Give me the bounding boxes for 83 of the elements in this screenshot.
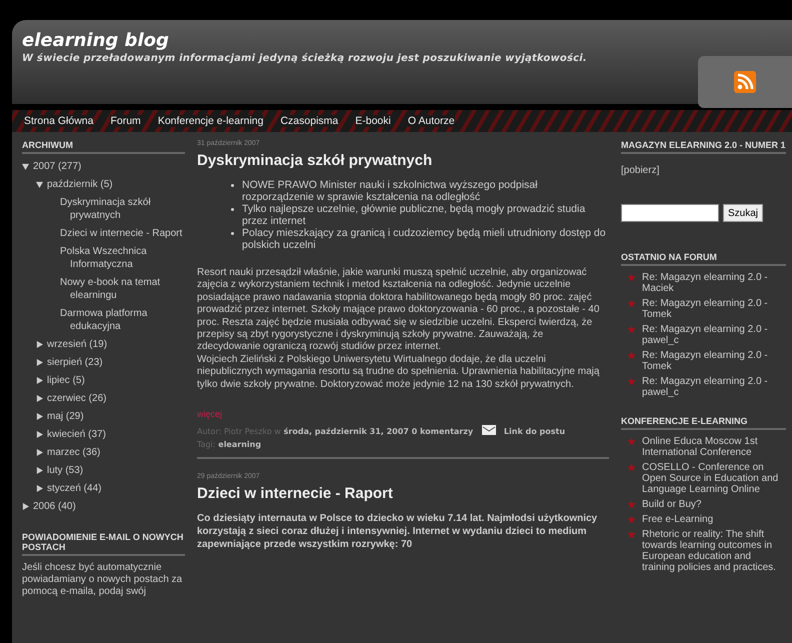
blog-title: elearning blog [22, 30, 170, 51]
conference-link[interactable]: Free e-Learning [642, 514, 714, 525]
archive-period-link[interactable]: sierpień (23) [47, 356, 103, 369]
conference-link[interactable]: COSELLO - Conference on Open Source in Education and Language Learning Online [642, 462, 786, 495]
conference-link[interactable]: Online Educa Moscow 1st International Conference [642, 436, 786, 458]
nav-link[interactable]: Czasopisma [280, 115, 338, 127]
collapsed-arrow-icon[interactable] [36, 377, 43, 384]
post-paragraph: Wojciech Zieliński z Polskiego Uniwersytetu Wirtualnego dodaje, że dla uczelni niepublicznych wymagania resortu są trudne do spełnienia. Uprawnienia habilitacyjne mają tylko dwie szkoły prywatne. Doktoryzować może jedynie 12 na 130 szkół prywatnych. [197, 354, 600, 392]
forum-post-link[interactable]: Re: Magazyn elearning 2.0 - Maciek [642, 272, 786, 294]
archive-post-link[interactable]: Darmowa platforma edukacyjna [60, 307, 185, 333]
bullet-text: NOWE PRAWO Minister nauki i szkolnictwa wyższego podpisał rozporządzenie w sprawie kształcenia na odległość [242, 179, 538, 203]
star-icon [627, 273, 636, 282]
archive-post-link[interactable]: Dyskryminacja szkół prywatnych [60, 196, 185, 222]
archive-period-link[interactable]: luty (53) [47, 464, 84, 477]
widget-heading: OSTATNIO NA FORUM [621, 252, 786, 266]
nav-link[interactable]: Konferencje e-learning [158, 115, 264, 127]
collapsed-arrow-icon[interactable] [36, 431, 43, 438]
star-icon [627, 463, 636, 472]
star-icon [627, 500, 636, 509]
archive-period-link[interactable]: 2006 (40) [33, 500, 76, 513]
conference-link[interactable]: Build or Buy? [642, 499, 702, 510]
search-button[interactable]: Szukaj [723, 204, 764, 222]
star-icon [627, 351, 636, 360]
collapsed-arrow-icon[interactable] [36, 413, 43, 420]
archive-period-link[interactable]: czerwiec (26) [47, 392, 106, 405]
star-icon [627, 530, 636, 539]
collapsed-arrow-icon[interactable] [36, 485, 43, 492]
post-permalink[interactable]: Link do postu [504, 427, 566, 436]
post-title[interactable]: Dzieci w internecie - Raport [197, 485, 609, 502]
collapsed-arrow-icon[interactable] [36, 395, 43, 402]
nav-link[interactable]: O Autorze [408, 115, 455, 127]
archive-period-link[interactable]: lipiec (5) [47, 374, 85, 387]
archive-period-link[interactable]: styczeń (44) [47, 482, 102, 495]
rss-icon[interactable] [734, 71, 756, 93]
tag-link[interactable]: elearning [218, 440, 262, 450]
post-date-link[interactable]: środa, październik 31, 2007 [284, 427, 409, 436]
archive-post-link[interactable]: Dzieci w internecie - Raport [60, 227, 182, 240]
blog-tagline: W świecie przeładowanym informacjami jedyną ścieżką rozwoju jest poszukiwanie wyjątkowości. [22, 53, 587, 64]
archive-post-link[interactable]: Nowy e-book na temat elearningu [60, 276, 185, 302]
forum-post-link[interactable]: Re: Magazyn elearning 2.0 - pawel_c [642, 376, 786, 398]
download-link[interactable]: [pobierz] [621, 165, 660, 176]
widget-heading: MAGAZYN ELEARNING 2.0 - NUMER 1 [621, 140, 786, 154]
archive-period-link[interactable]: wrzesień (19) [47, 338, 108, 351]
bullet-icon [231, 232, 234, 235]
forum-post-link[interactable]: Re: Magazyn elearning 2.0 - Tomek [642, 350, 786, 372]
star-icon [627, 299, 636, 308]
bullet-icon [231, 208, 234, 211]
nav-link[interactable]: E-booki [355, 115, 391, 127]
star-icon [627, 325, 636, 334]
widget-heading: ARCHIWUM [22, 140, 185, 154]
archive-period-link[interactable]: kwiecień (37) [47, 428, 106, 441]
post-title[interactable]: Dyskryminacja szkół prywatnych [197, 152, 609, 169]
widget-text: Jeśli chcesz być automatycznie powiadamiany o nowych postach za pomocą e-maila, podaj swój [22, 562, 184, 598]
post-lead: Co dziesiąty internauta w Polsce to dziecko w wieku 7.14 lat. Najmłodsi użytkownicy korzystają z sieci coraz dłużej i intensywniej. Internet w wydaniu dzieci to medium zapewniające przede wszystkim rozrywkę: 70 [197, 512, 598, 552]
expanded-arrow-icon[interactable] [36, 181, 43, 188]
collapsed-arrow-icon[interactable] [36, 467, 43, 474]
comments-link[interactable]: 0 komentarzy [412, 427, 474, 436]
post-paragraph: Resort nauki przesądził właśnie, jakie warunki muszą spełnić uczelnie, aby organizować zajęcia z wykorzystaniem technik i metod kształcenia na odległość. Jedynie uczelnie posiadające prawo nadawania stopnia doktora habilitowanego będą mogły 80 proc. zajęć prowadzić przez internet. Szkoły mające prawo doktoryzowania - 60 proc., a pozostałe - 40 proc. Reszta zajęć będzie musiała odbywać się w siedzibie uczelni. Eksperci twierdzą, że przepisy są zbyt rygorystyczne i dyskryminują szkoły prywatne. Zauważają, że zdecydowanie ograniczą rozwój studiów przez internet. [197, 267, 600, 354]
bullet-icon [231, 184, 234, 187]
collapsed-arrow-icon[interactable] [36, 359, 43, 366]
star-icon [627, 377, 636, 386]
conference-link[interactable]: Rhetoric or reality: The shift towards learning outcomes in European education and training policies and practices. [642, 529, 786, 573]
star-icon [627, 515, 636, 524]
expanded-arrow-icon[interactable] [22, 163, 29, 170]
archive-period-link[interactable]: 2007 (277) [33, 160, 82, 173]
forum-post-link[interactable]: Re: Magazyn elearning 2.0 - Tomek [642, 298, 786, 320]
archive-period-link[interactable]: maj (29) [47, 410, 84, 423]
widget-heading: POWIADOMIENIE E-MAIL O NOWYCH POSTACH [22, 532, 185, 556]
archive-period-link[interactable]: marzec (36) [47, 446, 100, 459]
collapsed-arrow-icon[interactable] [36, 341, 43, 348]
forum-post-link[interactable]: Re: Magazyn elearning 2.0 - pawel_c [642, 324, 786, 346]
collapsed-arrow-icon[interactable] [22, 503, 29, 510]
widget-heading: KONFERENCJE E-LEARNING [621, 416, 786, 430]
nav-link[interactable]: Forum [110, 115, 141, 127]
collapsed-arrow-icon[interactable] [36, 449, 43, 456]
archive-post-link[interactable]: Polska Wszechnica Informatyczna [60, 245, 185, 271]
search-field[interactable] [621, 204, 719, 222]
archive-period-link[interactable]: październik (5) [47, 178, 113, 191]
star-icon [627, 437, 636, 446]
email-icon[interactable] [482, 425, 496, 436]
bullet-text: Polacy mieszkający za granicą i cudzoziemcy będą mieli utrudniony dostęp do polskich uczelni [242, 227, 607, 251]
bullet-text: Tylko najlepsze uczelnie, głównie publiczne, będą mogły prowadzić studia przez internet [242, 203, 586, 227]
nav-link[interactable]: Strona Główna [24, 115, 94, 127]
